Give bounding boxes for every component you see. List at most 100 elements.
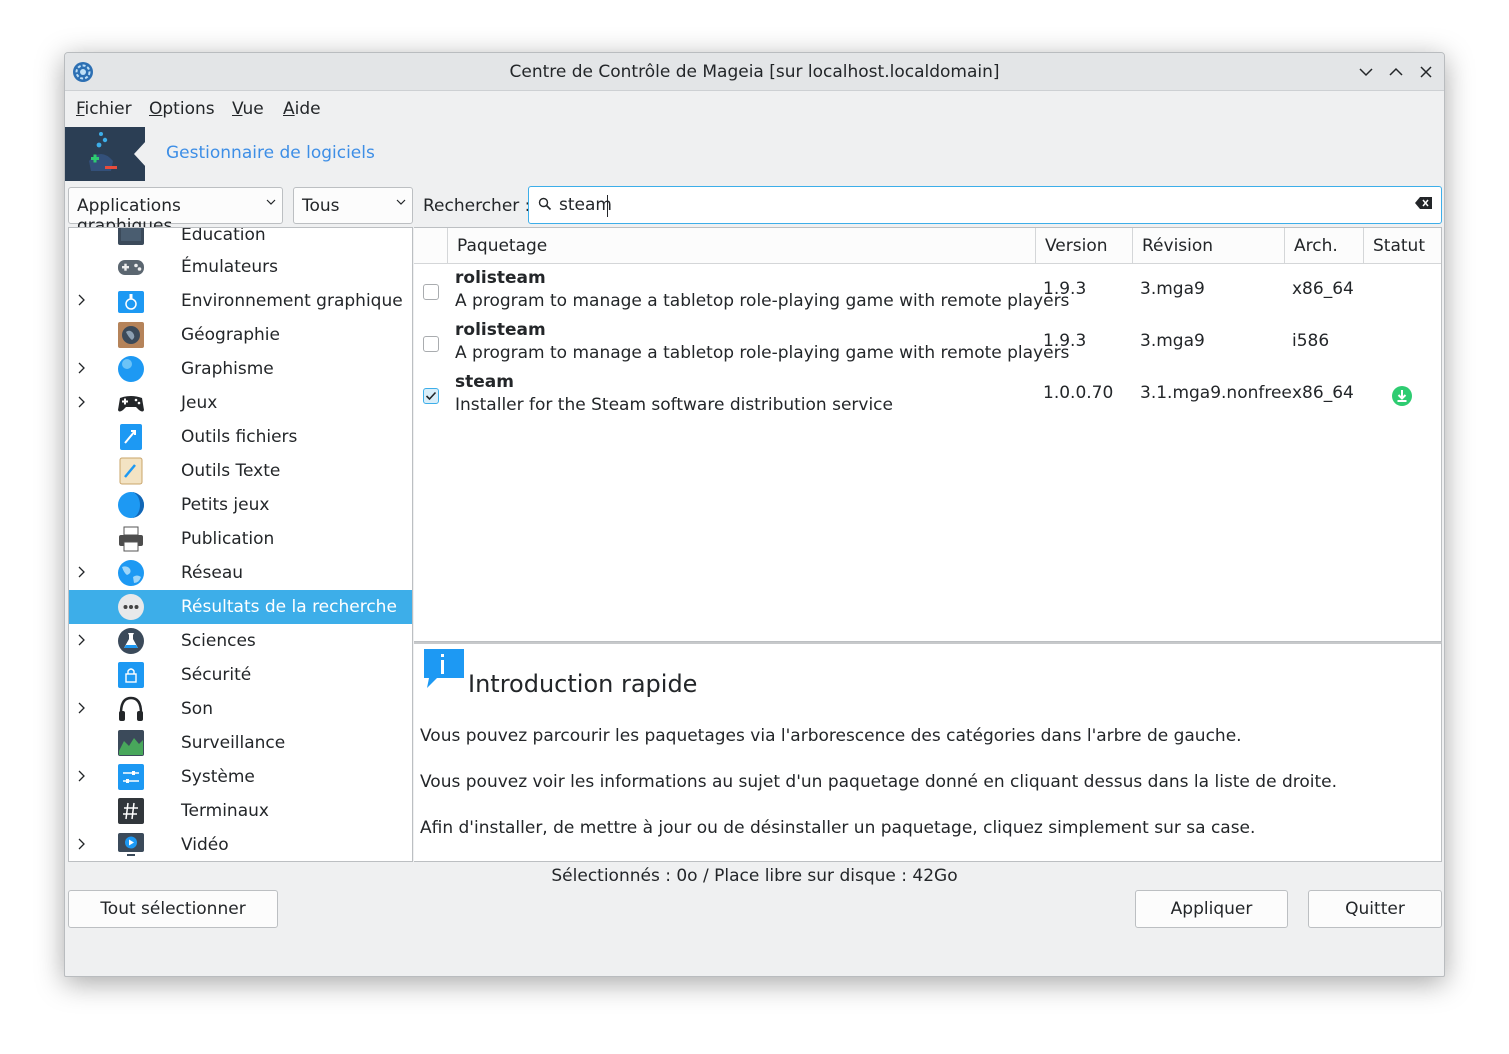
category-environnement-graphique[interactable]: Environnement graphique — [69, 284, 412, 318]
system-settings-icon — [118, 764, 144, 790]
apply-button[interactable]: Appliquer — [1135, 890, 1288, 928]
chevron-right-icon[interactable] — [76, 836, 88, 852]
category-label: Jeux — [181, 393, 218, 413]
package-arch: i586 — [1292, 331, 1330, 351]
state-filter-select[interactable]: Tous — [293, 187, 413, 224]
type-filter-select[interactable]: Applications graphiques — [68, 187, 283, 236]
close-icon — [1420, 66, 1432, 78]
chevron-right-icon[interactable] — [76, 564, 88, 580]
info-title: Introduction rapide — [468, 670, 698, 698]
chevron-down-icon — [1359, 68, 1373, 77]
search-icon — [538, 197, 552, 211]
category-geographie[interactable]: Géographie — [69, 318, 412, 352]
text-caret — [607, 195, 608, 217]
category-outils-texte[interactable]: Outils Texte — [69, 454, 412, 488]
search-input[interactable]: steam — [528, 186, 1442, 224]
menu-aide[interactable]: Aide — [283, 99, 321, 119]
package-version: 1.9.3 — [1043, 279, 1087, 299]
category-label: Outils Texte — [181, 461, 281, 481]
menu-fichier[interactable]: Fichier — [76, 99, 132, 119]
category-jeux[interactable]: Jeux — [69, 386, 412, 420]
banner-notch — [134, 141, 146, 167]
small-games-icon — [118, 492, 144, 518]
title-bar[interactable]: Centre de Contrôle de Mageia [sur localh… — [65, 53, 1444, 91]
gamepad-icon — [118, 260, 144, 275]
info-paragraph: Afin d'installer, de mettre à jour ou de… — [420, 818, 1256, 838]
category-sciences[interactable]: Sciences — [69, 624, 412, 658]
column-header-status[interactable]: Statut — [1364, 228, 1442, 264]
table-row[interactable]: steam Installer for the Steam software d… — [414, 370, 1441, 422]
chevron-right-icon[interactable] — [76, 394, 88, 410]
package-version: 1.9.3 — [1043, 331, 1087, 351]
menu-bar: Fichier Options Vue Aide — [65, 91, 1444, 127]
chevron-right-icon[interactable] — [76, 632, 88, 648]
category-label: Sciences — [181, 631, 256, 651]
select-all-button[interactable]: Tout sélectionner — [68, 890, 278, 928]
category-education[interactable]: Éducation — [69, 228, 412, 252]
category-petits-jeux[interactable]: Petits jeux — [69, 488, 412, 522]
column-header-revision[interactable]: Révision — [1133, 228, 1285, 264]
banner: Gestionnaire de logiciels — [65, 127, 1444, 181]
globe-map-icon — [118, 322, 144, 348]
main-window: Centre de Contrôle de Mageia [sur localh… — [64, 52, 1445, 977]
package-revision: 3.1.mga9.nonfree — [1140, 383, 1292, 403]
category-outils-fichiers[interactable]: Outils fichiers — [69, 420, 412, 454]
table-header: Paquetage Version Révision Arch. Statut — [414, 228, 1441, 264]
menu-vue[interactable]: Vue — [232, 99, 264, 119]
category-son[interactable]: Son — [69, 692, 412, 726]
package-name: steam — [455, 372, 514, 392]
table-row[interactable]: rolisteam A program to manage a tabletop… — [414, 318, 1441, 370]
package-name: rolisteam — [455, 320, 546, 340]
chevron-right-icon[interactable] — [76, 768, 88, 784]
quick-intro-panel: Introduction rapide Vous pouvez parcouri… — [414, 642, 1442, 862]
checkbox-column-header[interactable] — [414, 228, 448, 264]
install-icon — [1392, 386, 1412, 406]
category-label: Publication — [181, 529, 275, 549]
category-surveillance[interactable]: Surveillance — [69, 726, 412, 760]
video-icon — [118, 833, 144, 856]
column-header-package[interactable]: Paquetage — [448, 228, 1036, 264]
text-tools-icon — [119, 457, 143, 485]
package-checkbox[interactable] — [423, 336, 439, 352]
quit-button[interactable]: Quitter — [1308, 890, 1442, 928]
table-row[interactable]: rolisteam A program to manage a tabletop… — [414, 266, 1441, 318]
category-reseau[interactable]: Réseau — [69, 556, 412, 590]
chevron-right-icon[interactable] — [76, 360, 88, 376]
headphones-icon — [119, 696, 143, 721]
chevron-right-icon[interactable] — [76, 292, 88, 308]
category-label: Terminaux — [181, 801, 269, 821]
package-revision: 3.mga9 — [1140, 331, 1205, 351]
package-checkbox[interactable] — [423, 388, 439, 404]
category-publication[interactable]: Publication — [69, 522, 412, 556]
package-description: Installer for the Steam software distrib… — [455, 395, 893, 415]
terminal-icon — [118, 798, 144, 824]
chevron-right-icon[interactable] — [76, 700, 88, 716]
column-header-version[interactable]: Version — [1036, 228, 1133, 264]
window-title: Centre de Contrôle de Mageia [sur localh… — [509, 62, 1000, 82]
package-arch: x86_64 — [1292, 279, 1354, 299]
category-graphisme[interactable]: Graphisme — [69, 352, 412, 386]
category-resultats-recherche[interactable]: Résultats de la recherche — [69, 590, 412, 624]
category-securite[interactable]: Sécurité — [69, 658, 412, 692]
category-systeme[interactable]: Système — [69, 760, 412, 794]
package-checkbox[interactable] — [423, 284, 439, 300]
category-tree[interactable]: Éducation Émulateurs Environnement graph… — [68, 227, 413, 862]
menu-options[interactable]: Options — [149, 99, 215, 119]
category-label: Émulateurs — [181, 257, 278, 277]
category-label: Réseau — [181, 563, 244, 583]
category-video[interactable]: Vidéo — [69, 828, 412, 861]
printer-icon — [119, 526, 143, 552]
close-button[interactable] — [1416, 62, 1436, 82]
joystick-icon — [118, 396, 144, 412]
clear-text-icon[interactable] — [1415, 196, 1433, 210]
package-table[interactable]: Paquetage Version Révision Arch. Statut … — [414, 227, 1442, 642]
column-header-arch[interactable]: Arch. — [1285, 228, 1364, 264]
category-terminaux[interactable]: Terminaux — [69, 794, 412, 828]
chevron-down-icon — [396, 199, 406, 205]
category-emulateurs[interactable]: Émulateurs — [69, 250, 412, 284]
checkmark-icon — [425, 391, 437, 401]
minimize-button[interactable] — [1356, 62, 1376, 82]
maximize-button[interactable] — [1386, 62, 1406, 82]
category-label: Système — [181, 767, 255, 787]
category-label: Son — [181, 699, 213, 719]
